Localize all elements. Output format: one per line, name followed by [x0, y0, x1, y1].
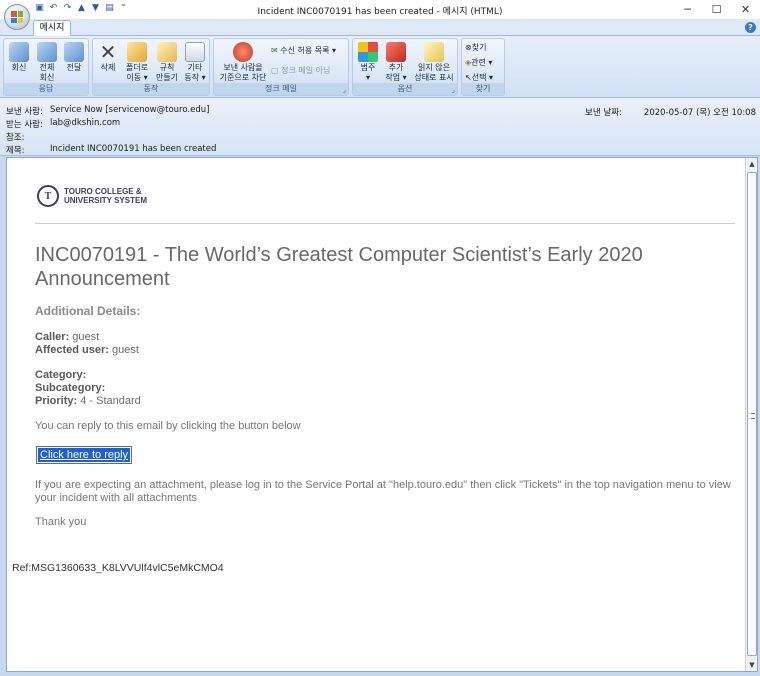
safe-lists-button[interactable]: ✉ 수신 허용 목록 ▾ [271, 45, 336, 56]
subject-value: Incident INC0070191 has been created [50, 144, 217, 154]
office-button[interactable] [4, 4, 30, 30]
from-label: 보낸 사람: [6, 107, 43, 117]
maximize-button[interactable]: ☐ [702, 0, 731, 19]
safe-list-icon: ✉ [271, 46, 281, 55]
related-button[interactable]: ◈관련 ▾ [465, 57, 492, 68]
cc-label: 참조: [6, 133, 25, 143]
forward-icon [64, 42, 84, 62]
attachment-instructions: If you are expecting an attachment, plea… [35, 479, 731, 504]
scroll-down-icon[interactable]: ▼ [747, 660, 757, 670]
dialog-launcher-icon[interactable]: ⌟ [452, 86, 455, 94]
from-value[interactable]: Service Now [servicenow@touro.edu] [50, 105, 209, 115]
mark-unread-button[interactable]: 읽지 않은 상태로 표시 [411, 42, 457, 83]
folder-icon [127, 42, 147, 62]
group-label-respond: 응답 [4, 83, 88, 95]
close-button[interactable]: ✕ [731, 0, 760, 19]
delete-button[interactable]: 삭제 [96, 42, 120, 73]
click-to-reply-link[interactable]: Click here to reply [36, 446, 133, 464]
other-actions-button[interactable]: 기타 동작 ▾ [181, 42, 209, 83]
to-value[interactable]: lab@dkshin.com [50, 118, 120, 128]
affected-user-line: Affected user: guest [35, 344, 139, 356]
reply-all-button[interactable]: 전체 회신 [34, 42, 60, 83]
group-junk: 보낸 사람을 기준으로 차단 ✉ 수신 허용 목록 ▾ ▢ 정크 메일 아님 정크… [213, 38, 349, 96]
flag-icon [386, 42, 406, 62]
divider [35, 223, 735, 224]
dialog-launcher-icon[interactable]: ⌟ [343, 86, 346, 94]
binoculars-icon: ⊗ [465, 43, 472, 52]
group-label-junk: 정크 메일 [214, 83, 348, 95]
title-bar: ▣ ↶ ↷ ▲ ▼ ▤ ⁼ Incident INC0070191 has be… [0, 0, 760, 30]
subcategory-line: Subcategory: [35, 382, 106, 394]
rule-icon [157, 42, 177, 62]
reply-instructions: You can reply to this email by clicking … [35, 420, 301, 432]
block-icon [233, 42, 253, 62]
message-content: T TOURO COLLEGE & UNIVERSITY SYSTEM INC00… [7, 158, 745, 671]
find-button[interactable]: ⊗찾기 [465, 42, 486, 53]
create-rule-button[interactable]: 규칙 만들기 [153, 42, 181, 83]
touro-seal-icon: T [37, 185, 59, 207]
minimize-button[interactable]: ─ [673, 0, 702, 19]
ribbon-tabs: 메시지 ? [0, 19, 760, 36]
block-sender-button[interactable]: 보낸 사람을 기준으로 차단 [216, 42, 270, 83]
logo-text-line1: TOURO COLLEGE & [64, 187, 142, 196]
sent-label: 보낸 날짜: [585, 108, 622, 118]
forward-button[interactable]: 전달 [62, 42, 86, 73]
tab-message[interactable]: 메시지 [33, 20, 71, 36]
help-icon[interactable]: ? [745, 22, 756, 33]
cursor-icon: ↖ [465, 73, 472, 82]
additional-details-heading: Additional Details: [35, 304, 141, 318]
categorize-icon [358, 42, 378, 62]
reply-icon [9, 42, 29, 62]
reference-id: Ref:MSG1360633_K8LVVUlf4vlC5eMkCMO4 [12, 562, 224, 574]
message-header: 보낸 사람: Service Now [servicenow@touro.edu… [0, 98, 760, 156]
vertical-scrollbar[interactable]: ▲ ▼ [745, 158, 757, 671]
not-junk-icon: ▢ [271, 66, 282, 75]
touro-logo: T TOURO COLLEGE & UNIVERSITY SYSTEM [37, 185, 147, 207]
follow-up-button[interactable]: 추가 작업 ▾ [382, 42, 410, 83]
scroll-thumb[interactable] [747, 172, 757, 656]
envelope-icon [424, 42, 444, 62]
logo-text-line2: UNIVERSITY SYSTEM [64, 196, 147, 205]
sent-date: 보낸 날짜: 2020-05-07 (목) 오전 10:08 [585, 106, 756, 118]
incident-title: INC0070191 - The World’s Greatest Comput… [35, 244, 643, 290]
not-junk-button: ▢ 정크 메일 아님 [271, 66, 331, 75]
priority-line: Priority: 4 - Standard [35, 395, 141, 407]
reply-button[interactable]: 회신 [7, 42, 31, 73]
group-label-find: 찾기 [462, 83, 504, 95]
to-label: 받는 사람: [6, 120, 43, 130]
categorize-button[interactable]: 범주 ▾ [356, 42, 380, 83]
category-line: Category: [35, 369, 87, 381]
office-logo-icon [11, 11, 23, 23]
window-title: Incident INC0070191 has been created - 메… [257, 7, 503, 17]
group-options: 범주 ▾ 추가 작업 ▾ 읽지 않은 상태로 표시 옵션 ⌟ [352, 38, 458, 96]
scroll-grip-icon [751, 413, 755, 419]
delete-icon [98, 42, 118, 62]
group-label-actions: 동작 [93, 83, 209, 95]
subject-label: 제목: [6, 146, 25, 156]
sent-value: 2020-05-07 (목) 오전 10:08 [643, 108, 756, 118]
scroll-up-icon[interactable]: ▲ [747, 159, 757, 169]
group-find: ⊗찾기 ◈관련 ▾ ↖선택 ▾ 찾기 [461, 38, 505, 96]
select-button[interactable]: ↖선택 ▾ [465, 72, 493, 83]
group-actions: 삭제 폴더로이동 ▾ 규칙만들기 기타동작 ▾ 동작 [92, 38, 210, 96]
group-label-options: 옵션 [353, 83, 457, 95]
message-body: T TOURO COLLEGE & UNIVERSITY SYSTEM INC00… [6, 157, 758, 672]
move-to-folder-button[interactable]: 폴더로 이동 ▾ [123, 42, 151, 83]
group-respond: 회신 전체 회신 전달 응답 [3, 38, 89, 96]
caller-line: Caller: guest [35, 331, 100, 343]
ribbon: 회신 전체회신 전달 응답 삭제 폴더로이동 ▾ 규칙만들기 기타동작 ▾ 동작… [0, 36, 760, 98]
document-icon [185, 42, 205, 62]
thank-you-text: Thank you [35, 516, 87, 528]
reply-all-icon [37, 42, 57, 62]
